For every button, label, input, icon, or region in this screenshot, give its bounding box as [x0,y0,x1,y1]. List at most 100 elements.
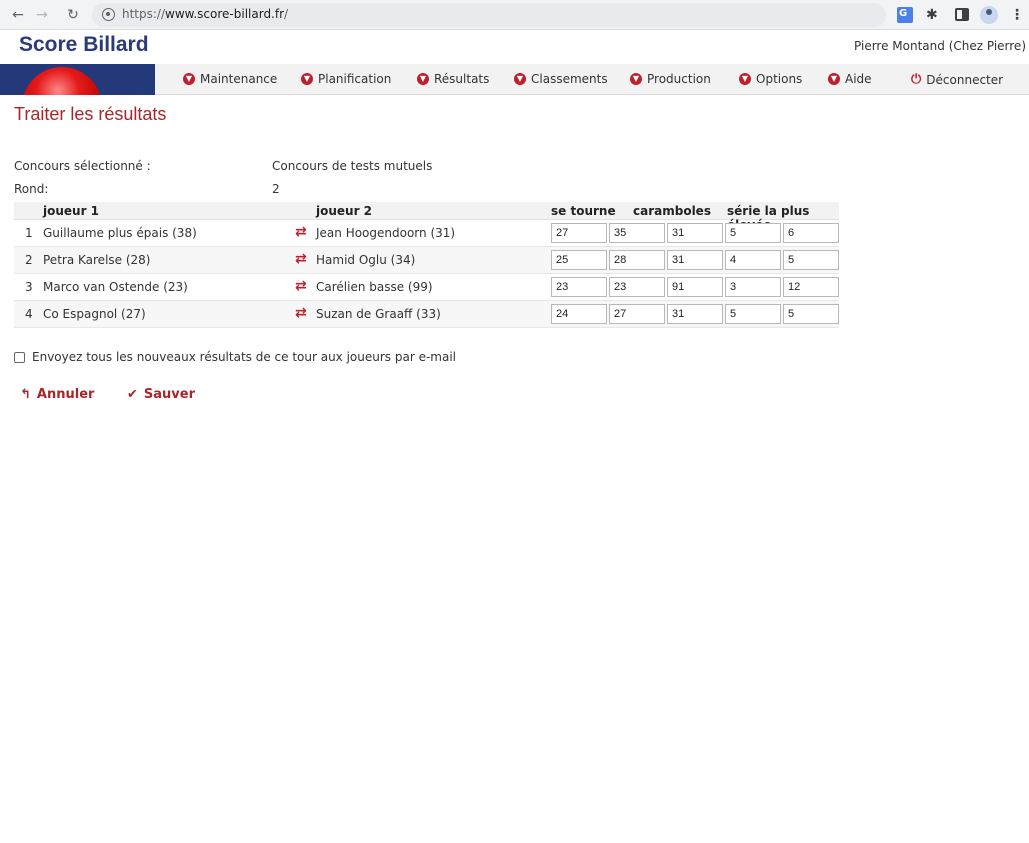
turns-input[interactable] [551,223,607,243]
player2-name: Jean Hoogendoorn (31) [316,226,456,240]
round-label: Rond: [14,182,49,196]
series-player2-input[interactable] [783,250,839,270]
player2-name: Hamid Oglu (34) [316,253,416,267]
table-header: joueur 1 joueur 2 se tourne caramboles s… [14,202,839,232]
chevron-down-icon: ▼ [514,73,526,85]
series-player1-input[interactable] [725,277,781,297]
chevron-down-icon: ▼ [301,73,313,85]
menu-item-maintenance[interactable]: ▼ Maintenance [183,72,277,86]
contest-value: Concours de tests mutuels [272,159,433,173]
chevron-down-icon: ▼ [739,73,751,85]
side-panel-icon[interactable] [955,8,969,21]
billiard-ball-icon [22,67,102,95]
table-row: 2 Petra Karelse (28) ⇄ Hamid Oglu (34) [14,247,839,274]
series-player2-input[interactable] [783,304,839,324]
menu-item-planification[interactable]: ▼ Planification [301,72,391,86]
swap-players-icon[interactable]: ⇄ [295,305,307,321]
back-arrow-icon[interactable]: ← [9,6,27,24]
swap-players-icon[interactable]: ⇄ [295,251,307,267]
menu-label: Planification [318,72,392,86]
cancel-label: Annuler [36,387,95,402]
player1-name: Petra Karelse (28) [43,253,151,267]
menu-item-options[interactable]: ▼ Options [739,72,802,86]
email-checkbox[interactable] [14,351,25,363]
logout-label: Déconnecter [926,72,1004,87]
page-title: Traiter les résultats [14,104,167,124]
series-player1-input[interactable] [725,250,781,270]
current-user: Pierre Montand (Chez Pierre) [854,39,1026,53]
table-row: 1 Guillaume plus épais (38) ⇄ Jean Hooge… [14,220,839,247]
menu-label: Résultats [434,72,490,86]
menu-label: Options [756,72,803,86]
main-menu: ▼ Maintenance ▼ Planification ▼ Résultats ▼… [0,64,1029,95]
menu-label: Maintenance [200,72,278,86]
row-number: 4 [25,307,33,321]
header-caroms: caramboles [633,204,711,218]
series-player1-input[interactable] [725,304,781,324]
player1-name: Guillaume plus épais (38) [43,226,197,240]
turns-input[interactable] [551,304,607,324]
checkmark-icon: ✔ [127,387,138,402]
address-bar[interactable]: https://www.score-billard.fr/ [92,3,886,27]
caroms-player2-input[interactable] [667,277,723,297]
table-row: 3 Marco van Ostende (23) ⇄ Carélien bass… [14,274,839,301]
email-option-label[interactable]: Envoyez tous les nouveaux résultats de c… [32,350,456,364]
turns-input[interactable] [551,277,607,297]
turns-input[interactable] [551,250,607,270]
series-player2-input[interactable] [783,277,839,297]
logout-button[interactable]: ⏻ Déconnecter [911,72,1003,87]
player2-name: Carélien basse (99) [316,280,433,294]
site-info-icon[interactable] [102,8,115,21]
header-player2: joueur 2 [316,204,373,218]
header-turns: se tourne [551,204,616,218]
menu-item-production[interactable]: ▼ Production [630,72,711,86]
round-value: 2 [272,182,280,196]
caroms-player2-input[interactable] [667,250,723,270]
menu-item-aide[interactable]: ▼ Aide [828,72,872,86]
caroms-player1-input[interactable] [609,277,665,297]
swap-players-icon[interactable]: ⇄ [295,278,307,294]
menu-item-classements[interactable]: ▼ Classements [514,72,608,86]
forward-arrow-icon[interactable]: → [33,6,51,24]
header-player1: joueur 1 [43,204,100,218]
caroms-player1-input[interactable] [609,250,665,270]
menu-item-resultats[interactable]: ▼ Résultats [417,72,489,86]
chevron-down-icon: ▼ [828,73,840,85]
reply-arrow-icon: ↰ [20,387,31,402]
kebab-menu-icon[interactable]: ⋮ [1010,7,1026,23]
series-player1-input[interactable] [725,223,781,243]
table-row: 4 Co Espagnol (27) ⇄ Suzan de Graaff (33… [14,301,839,328]
row-number: 2 [25,253,33,267]
chevron-down-icon: ▼ [183,73,195,85]
cancel-button[interactable]: ↰ Annuler [20,387,94,402]
url-text[interactable]: https://www.score-billard.fr/ [122,7,288,21]
caroms-player2-input[interactable] [667,223,723,243]
contest-label: Concours sélectionné : [14,159,151,173]
profile-avatar-icon[interactable] [980,6,998,24]
reload-icon[interactable]: ↻ [64,6,82,24]
billiard-ball-logo [0,64,155,95]
save-button[interactable]: ✔ Sauver [127,387,195,402]
menu-label: Production [647,72,711,86]
caroms-player2-input[interactable] [667,304,723,324]
chevron-down-icon: ▼ [630,73,642,85]
player1-name: Co Espagnol (27) [43,307,146,321]
caroms-player1-input[interactable] [609,304,665,324]
translate-icon[interactable] [897,7,913,23]
player1-name: Marco van Ostende (23) [43,280,188,294]
power-icon: ⏻ [911,72,922,87]
swap-players-icon[interactable]: ⇄ [295,224,307,240]
email-option: Envoyez tous les nouveaux résultats de c… [14,350,456,364]
brand-title: Score Billard [19,33,149,56]
menu-label: Aide [845,72,872,86]
results-table: joueur 1 joueur 2 se tourne caramboles s… [14,202,839,328]
row-number: 1 [25,226,33,240]
row-number: 3 [25,280,33,294]
save-label: Sauver [143,387,195,402]
extensions-puzzle-icon[interactable]: ✱ [926,7,942,23]
caroms-player1-input[interactable] [609,223,665,243]
chevron-down-icon: ▼ [417,73,429,85]
player2-name: Suzan de Graaff (33) [316,307,441,321]
browser-toolbar: ← → ↻ https://www.score-billard.fr/ ✱ ⋮ [0,0,1029,30]
series-player2-input[interactable] [783,223,839,243]
